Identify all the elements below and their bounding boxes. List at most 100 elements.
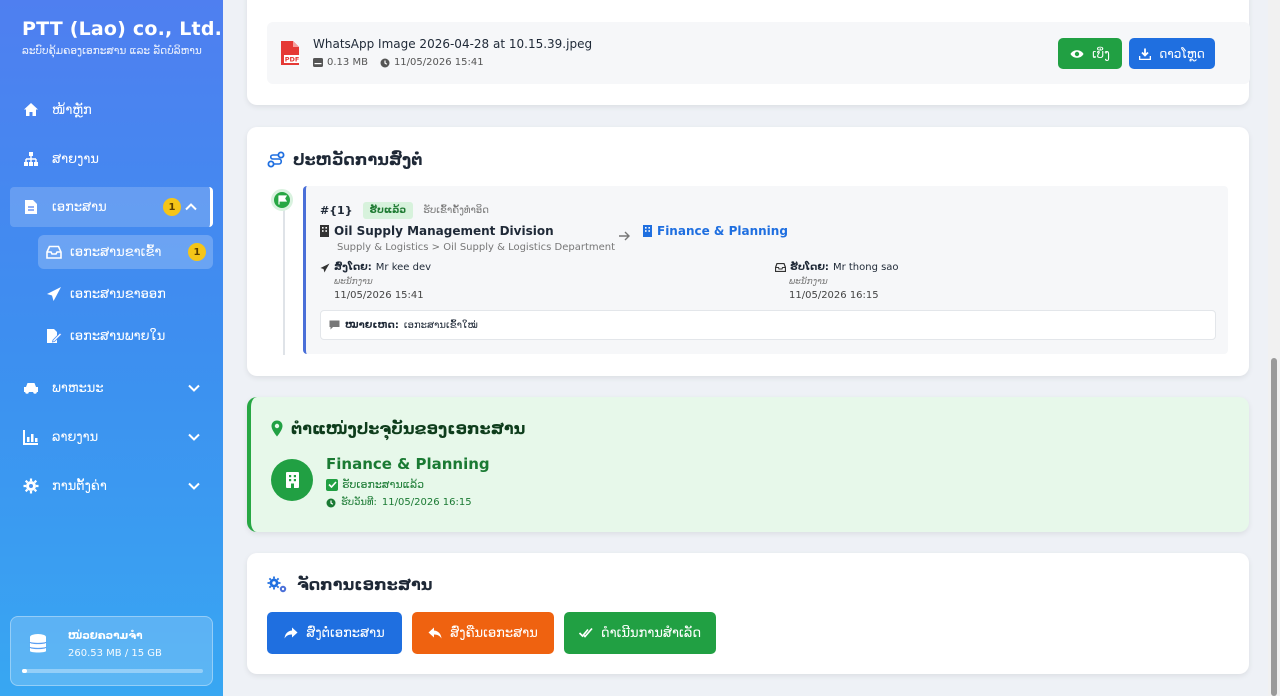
sidebar-subitem-outgoing[interactable]: ເອກະສານຂາອອກ — [38, 277, 213, 311]
pdf-file-icon: PDF — [279, 40, 301, 70]
from-org: Oil Supply Management Division — [320, 224, 554, 238]
location-date-label: ຮັບວັນທີ: — [341, 497, 377, 508]
sender-role: ພະນັກງານ — [334, 277, 373, 287]
location-org: Finance & Planning — [326, 455, 490, 473]
view-button[interactable]: ເບິ່ງ — [1058, 38, 1122, 69]
sidebar-item-reports-line[interactable]: ສາຍງານ — [10, 139, 213, 179]
inbox-icon — [775, 263, 786, 272]
sidebar-item-label: ເອກະສານ — [52, 199, 107, 215]
map-marker-icon — [271, 420, 283, 437]
note-text: ເອກະສານເຂົ້າໃໝ່ — [403, 319, 478, 331]
incoming-count-badge: 1 — [188, 243, 206, 261]
current-location-card: ຕຳແໜ່ງປະຈຸບັນຂອງເອກະສານ Finance & Planni… — [247, 397, 1249, 532]
sent-time: 11/05/2026 15:41 — [334, 290, 424, 301]
comment-icon — [329, 320, 340, 330]
forward-document-button[interactable]: ສົ່ງຕໍ່ເອກະສານ — [267, 612, 402, 654]
brand: PTT (Lao) co., Ltd. ລະບົບຄຸ້ມຄອງເອກະສານ … — [22, 18, 222, 57]
building-icon — [320, 225, 329, 237]
flag-icon — [277, 195, 287, 205]
sidebar-item-label: ການຕັ້ງຄ່າ — [52, 478, 107, 494]
received-by-label: ຮັບໂດຍ: — [790, 262, 829, 273]
manage-document-card: ຈັດການເອກະສານ ສົ່ງຕໍ່ເອກະສານ ສົ່ງຄືນເອກະ… — [247, 553, 1249, 674]
sidebar-item-label: ລາຍງານ — [52, 429, 99, 445]
brand-subtitle: ລະບົບຄຸ້ມຄອງເອກະສານ ແລະ ລັດບໍລິຫານ — [22, 45, 202, 57]
forward-button-label: ສົ່ງຕໍ່ເອກະສານ — [306, 625, 385, 641]
location-date-value: 11/05/2026 16:15 — [381, 497, 472, 508]
history-title-text: ປະຫວັດການສົ່ງຕໍ່ — [293, 150, 423, 169]
receiver: ຮັບໂດຍ: Mr thong sao — [775, 262, 899, 273]
from-org-name: Oil Supply Management Division — [334, 224, 554, 238]
attachment-date: 11/05/2026 15:41 — [393, 57, 484, 68]
sidebar-subitem-incoming[interactable]: ເອກະສານຂາເຂົ້າ 1 — [38, 235, 213, 269]
building-avatar — [271, 459, 313, 501]
sidebar-item-label: ສາຍງານ — [52, 151, 99, 167]
note-label: ໝາຍເຫດ: — [345, 319, 399, 331]
sidebar-item-reports[interactable]: ລາຍງານ — [10, 417, 213, 457]
gears-icon — [267, 576, 287, 592]
chevron-down-icon[interactable] — [185, 428, 203, 446]
note-box: ໝາຍເຫດ: ເອກະສານເຂົ້າໃໝ່ — [320, 310, 1216, 340]
chevron-up-icon[interactable] — [182, 198, 200, 216]
documents-count-badge: 1 — [163, 198, 181, 216]
manage-title: ຈັດການເອກະສານ — [267, 575, 432, 594]
complete-document-button[interactable]: ດຳເນີນການສຳເລັດ — [564, 612, 716, 654]
inbox-icon — [46, 244, 62, 260]
double-check-icon — [578, 627, 593, 638]
location-date: ຮັບວັນທີ: 11/05/2026 16:15 — [326, 497, 472, 508]
location-status-text: ຮັບເອກະສານແລ້ວ — [342, 478, 425, 491]
timeline-dot — [271, 189, 293, 211]
file-signature-icon — [46, 328, 62, 344]
status-badge: ຮັບແລ້ວ — [362, 202, 414, 219]
sidebar-item-home[interactable]: ໜ້າຫຼັກ — [10, 90, 213, 130]
share-icon — [284, 627, 298, 639]
attachment-card: PDF WhatsApp Image 2026-04-28 at 10.15.3… — [247, 0, 1250, 105]
storage-progress — [22, 669, 203, 673]
from-org-path: Supply & Logistics > Oil Supply & Logist… — [337, 242, 616, 253]
main-content: PDF WhatsApp Image 2026-04-28 at 10.15.3… — [223, 0, 1268, 696]
sidebar-item-settings[interactable]: ການຕັ້ງຄ່າ — [10, 466, 213, 506]
download-button[interactable]: ດາວໂຫຼດ — [1129, 38, 1215, 69]
chart-icon — [22, 428, 40, 446]
received-time: 11/05/2026 16:15 — [789, 290, 879, 301]
clock-icon — [326, 498, 336, 507]
vertical-scrollbar[interactable] — [1268, 0, 1280, 696]
storage-progress-fill — [22, 669, 28, 673]
history-entry: #{1} ຮັບແລ້ວ ຮັບເຂົ້າຄັ້ງທຳອິດ Oil Suppl… — [303, 186, 1228, 354]
received-by-name: Mr thong sao — [832, 262, 899, 273]
chevron-down-icon[interactable] — [185, 379, 203, 397]
scrollbar-thumb[interactable] — [1271, 358, 1277, 696]
attachment-size: 0.13 MB — [327, 57, 368, 68]
storage-usage: 260.53 MB / 15 GB — [68, 648, 162, 659]
arrow-right-icon — [619, 226, 631, 245]
sidebar: PTT (Lao) co., Ltd. ລະບົບຄຸ້ມຄອງເອກະສານ … — [0, 0, 223, 696]
return-button-label: ສົ່ງຄືນເອກະສານ — [450, 625, 538, 641]
chevron-down-icon[interactable] — [185, 477, 203, 495]
sidebar-item-documents[interactable]: ເອກະສານ 1 — [10, 187, 213, 227]
hdd-icon — [313, 58, 323, 67]
sidebar-item-vehicles[interactable]: ພາຫະນະ — [10, 368, 213, 408]
sidebar-subitem-label: ເອກະສານຂາເຂົ້າ — [70, 244, 162, 260]
location-title-text: ຕຳແໜ່ງປະຈຸບັນຂອງເອກະສານ — [291, 419, 526, 438]
status-description: ຮັບເຂົ້າຄັ້ງທຳອິດ — [423, 205, 489, 216]
sent-by-label: ສົ່ງໂດຍ: — [334, 262, 372, 273]
complete-button-label: ດຳເນີນການສຳເລັດ — [600, 625, 702, 641]
database-icon — [29, 633, 47, 659]
attachment-filename: WhatsApp Image 2026-04-28 at 10.15.39.jp… — [313, 37, 593, 51]
entry-number: #{1} — [320, 204, 353, 217]
car-icon — [22, 379, 40, 397]
home-icon — [22, 101, 40, 119]
route-icon — [267, 151, 285, 167]
forward-history-card: ປະຫວັດການສົ່ງຕໍ່ #{1} ຮັບແລ້ວ ຮັບເຂົ້າຄັ… — [247, 127, 1249, 376]
sidebar-subitem-internal[interactable]: ເອກະສານພາຍໃນ — [38, 319, 213, 353]
storage-widget: ໜ່ວຍຄວາມຈຳ 260.53 MB / 15 GB — [10, 616, 213, 686]
to-org: Finance & Planning — [643, 224, 788, 238]
attachment-item: PDF WhatsApp Image 2026-04-28 at 10.15.3… — [267, 22, 1250, 84]
reply-icon — [428, 627, 442, 639]
location-title: ຕຳແໜ່ງປະຈຸບັນຂອງເອກະສານ — [271, 419, 525, 438]
sender: ສົ່ງໂດຍ: Mr kee dev — [320, 262, 431, 273]
paper-plane-icon — [320, 263, 330, 272]
return-document-button[interactable]: ສົ່ງຄືນເອກະສານ — [412, 612, 554, 654]
view-button-label: ເບິ່ງ — [1092, 46, 1110, 61]
sidebar-subitem-label: ເອກະສານພາຍໃນ — [70, 328, 166, 344]
download-button-label: ດາວໂຫຼດ — [1159, 46, 1205, 61]
